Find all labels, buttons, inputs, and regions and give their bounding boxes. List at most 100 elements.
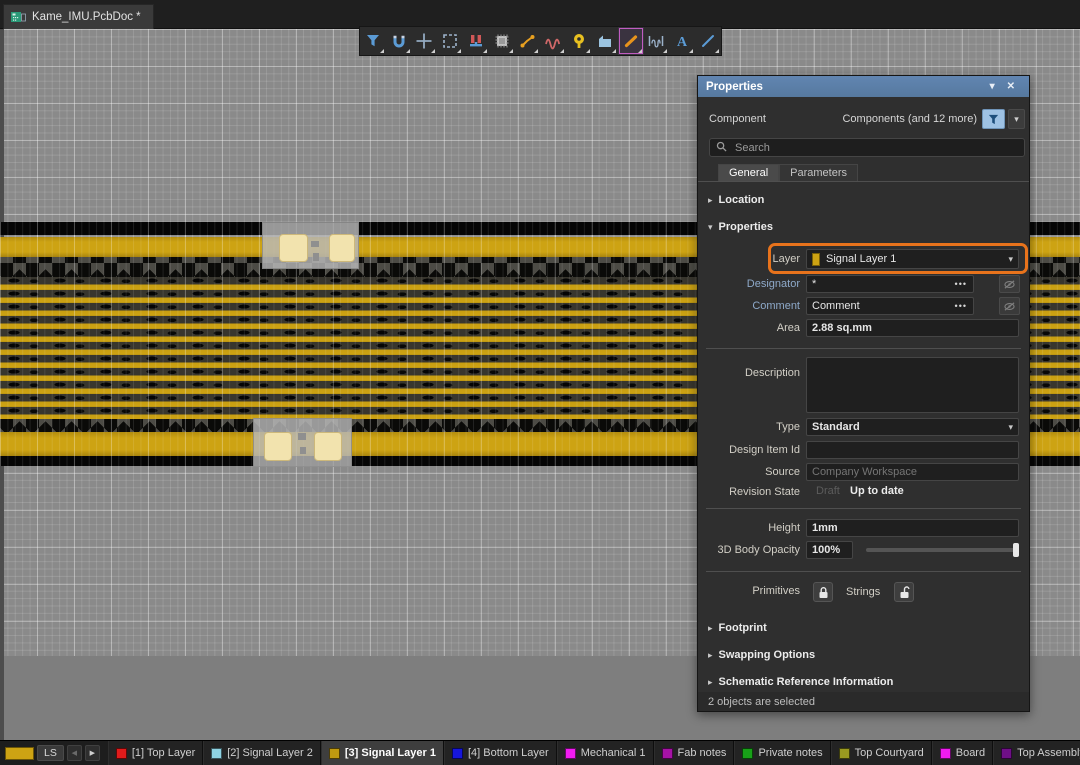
silkscreen-mark [300, 447, 306, 454]
comment-field[interactable]: ••• [806, 297, 974, 315]
comment-input[interactable] [807, 300, 949, 312]
filter-tool-button[interactable] [360, 27, 386, 55]
panel-close-icon[interactable]: ✕ [1001, 81, 1021, 92]
layer-tab-private-notes[interactable]: Private notes [734, 741, 830, 765]
document-tab[interactable]: Kame_IMU.PcbDoc * [3, 4, 154, 29]
dimension-tool-button[interactable] [644, 27, 670, 55]
interactive-route-tool-button[interactable] [515, 27, 541, 55]
layer-tab-1-top-layer[interactable]: [1] Top Layer [108, 741, 203, 765]
section-collapsed-icon: ▸ [708, 195, 713, 206]
filter-funnel-icon [987, 113, 1000, 126]
magnet-snap-tool-button[interactable] [386, 27, 412, 55]
string-text-icon: A [673, 32, 691, 50]
string-text-tool-button[interactable]: A [669, 27, 695, 55]
component-tool-button[interactable] [489, 27, 515, 55]
component-footprint-2[interactable] [253, 418, 352, 467]
layer-sets-button[interactable]: LS [37, 745, 64, 761]
opacity-input[interactable] [806, 541, 853, 559]
section-expanded-icon: ▾ [708, 222, 713, 233]
differential-pair-tool-button[interactable] [540, 27, 566, 55]
designator-visibility-button[interactable] [999, 275, 1020, 293]
object-type-label: Component [709, 108, 766, 130]
track-tool-button[interactable] [618, 27, 644, 55]
layer-select[interactable]: Signal Layer 1 ▾ [806, 249, 1019, 269]
scroll-layers-left-button[interactable]: ◀ [67, 745, 82, 761]
revision-state-value: Up to date [850, 483, 904, 499]
description-textarea[interactable] [806, 357, 1019, 413]
area-input[interactable] [806, 319, 1019, 337]
source-label: Source [698, 463, 800, 481]
scope-filter-button[interactable] [982, 109, 1005, 129]
search-box[interactable] [709, 138, 1025, 157]
line-icon [699, 32, 717, 50]
designator-label: Designator [698, 275, 800, 293]
layer-tab-3-signal-layer-1[interactable]: [3] Signal Layer 1 [321, 741, 444, 765]
differential-pair-icon [544, 32, 562, 50]
tab-general[interactable]: General [718, 164, 779, 181]
layer-tab-4-bottom-layer[interactable]: [4] Bottom Layer [444, 741, 557, 765]
revision-state-label: Revision State [698, 483, 800, 501]
polygon-pour-tool-button[interactable] [592, 27, 618, 55]
area-select-icon [441, 32, 459, 50]
layer-tab-mechanical-1[interactable]: Mechanical 1 [557, 741, 654, 765]
opacity-slider-thumb[interactable] [1013, 543, 1019, 557]
section-footprint[interactable]: ▸ Footprint [708, 622, 767, 634]
area-select-tool-button[interactable] [437, 27, 463, 55]
height-input[interactable] [806, 519, 1019, 537]
designator-field[interactable]: ••• [806, 275, 974, 293]
section-swapping-options[interactable]: ▸ Swapping Options [708, 649, 815, 661]
comment-more-icon[interactable]: ••• [949, 301, 973, 311]
document-tabbar: Kame_IMU.PcbDoc * [0, 0, 1080, 29]
designator-more-icon[interactable]: ••• [949, 279, 973, 289]
source-input[interactable] [806, 463, 1019, 481]
section-location[interactable]: ▸ Location [708, 194, 764, 206]
component-icon [493, 32, 511, 50]
layer-tab-top-assembly[interactable]: Top Assembly [993, 741, 1080, 765]
selection-status-text: 2 objects are selected [708, 696, 815, 708]
via-icon [570, 32, 588, 50]
track-icon [622, 32, 640, 50]
design-item-id-label: Design Item Id [698, 441, 800, 459]
selection-scope-label: Components (and 12 more) [842, 108, 977, 130]
layer-tab-label: [1] Top Layer [132, 747, 195, 759]
panel-collapse-icon[interactable]: ▾ [984, 81, 1001, 92]
layer-tab-fab-notes[interactable]: Fab notes [654, 741, 735, 765]
tab-parameters[interactable]: Parameters [779, 164, 858, 181]
filter-icon [364, 32, 382, 50]
design-item-id-input[interactable] [806, 441, 1019, 459]
move-crosshair-tool-button[interactable] [412, 27, 438, 55]
layer-tab-label: Mechanical 1 [581, 747, 646, 759]
primitives-label: Primitives [698, 582, 800, 600]
polygon-pour-icon [596, 32, 614, 50]
pad-stack-tool-button[interactable] [463, 27, 489, 55]
via-tool-button[interactable] [566, 27, 592, 55]
section-properties[interactable]: ▾ Properties [708, 221, 773, 233]
scroll-layers-right-button[interactable]: ▶ [85, 745, 100, 761]
area-label: Area [698, 319, 800, 337]
revision-draft-text: Draft [816, 483, 840, 499]
chevron-down-icon: ▾ [1008, 422, 1013, 433]
component-footprint-1[interactable] [262, 222, 359, 269]
current-layer-color-swatch [5, 747, 34, 760]
section-collapsed-icon: ▸ [708, 650, 713, 661]
layer-tab-2-signal-layer-2[interactable]: [2] Signal Layer 2 [203, 741, 321, 765]
designator-input[interactable] [807, 278, 949, 290]
section-collapsed-icon: ▸ [708, 677, 713, 688]
svg-text:A: A [677, 35, 688, 50]
layer-color-swatch [329, 748, 340, 759]
layer-tab-top-courtyard[interactable]: Top Courtyard [831, 741, 932, 765]
comment-visibility-button[interactable] [999, 297, 1020, 315]
layer-tab-label: [3] Signal Layer 1 [345, 747, 436, 759]
search-input[interactable] [733, 141, 1018, 155]
line-tool-button[interactable] [695, 27, 721, 55]
layer-color-swatch [742, 748, 753, 759]
layer-color-swatch [1001, 748, 1012, 759]
scope-dropdown-button[interactable]: ▾ [1008, 109, 1025, 129]
primitives-lock-button[interactable] [813, 582, 833, 602]
section-schematic-reference[interactable]: ▸ Schematic Reference Information [708, 676, 893, 688]
silkscreen-mark [313, 253, 319, 261]
strings-lock-button[interactable] [894, 582, 914, 602]
opacity-slider[interactable] [866, 548, 1019, 552]
type-select[interactable]: Standard ▾ [806, 418, 1019, 436]
layer-tab-board[interactable]: Board [932, 741, 993, 765]
